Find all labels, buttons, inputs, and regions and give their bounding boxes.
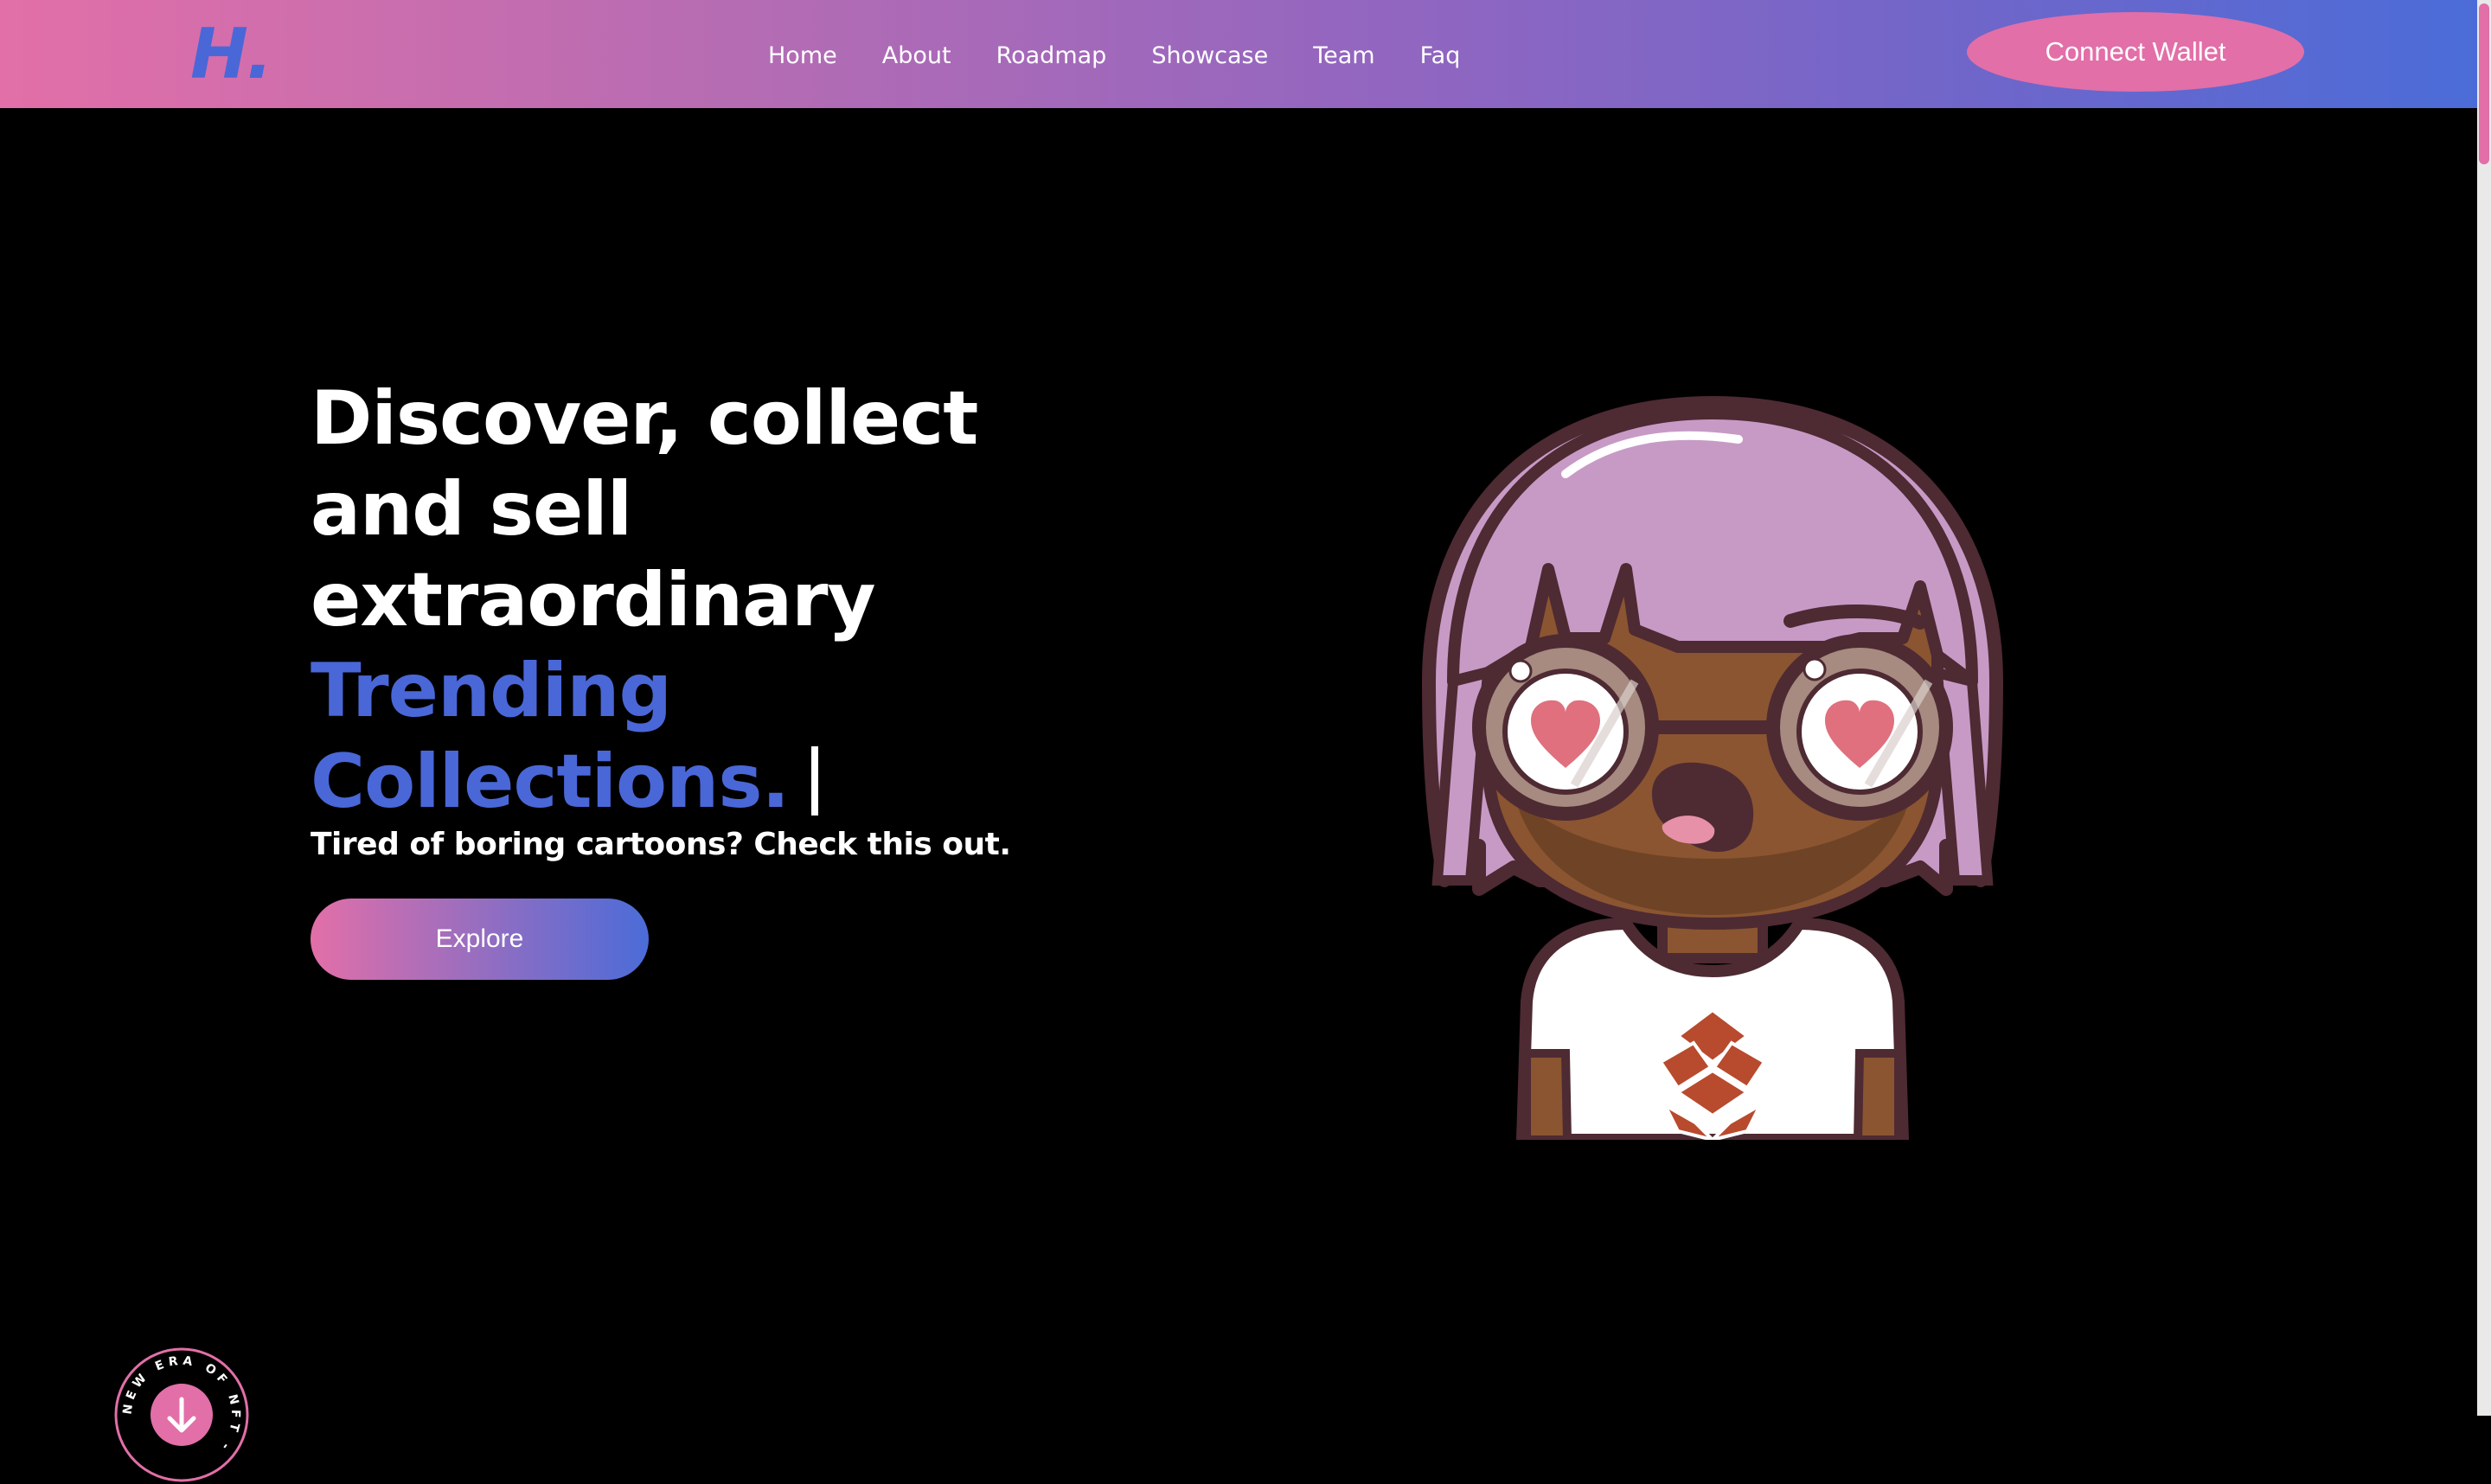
nav-link-showcase[interactable]: Showcase [1151,42,1268,71]
nav-menu: Home About Roadmap Showcase Team Faq [768,42,1505,71]
nav-link-home[interactable]: Home [768,42,837,71]
nav-link-faq[interactable]: Faq [1420,42,1461,71]
hero-title-line: extraordinary [311,557,876,643]
nft-era-badge: NEW ERA OF NFT - [114,1347,249,1482]
hero-accent-line: Trending [311,648,672,734]
hero-title: Discover, collect and sell extraordinary… [311,374,1089,828]
typing-cursor [811,746,819,816]
hero-accent-text: Collections. [311,739,790,825]
hero-title-line: Discover, collect [311,375,978,462]
hero-subtitle: Tired of boring cartoons? Check this out… [311,827,1011,862]
scrollbar-track[interactable] [2477,0,2491,1416]
explore-button[interactable]: Explore [311,899,649,980]
connect-wallet-button[interactable]: Connect Wallet [1967,12,2304,92]
hero-accent-line: Collections. [311,737,1089,828]
nav-link-team[interactable]: Team [1313,42,1374,71]
scrollbar-thumb[interactable] [2479,3,2489,164]
nft-character-illustration [1422,396,2003,1140]
nav-link-about[interactable]: About [882,42,951,71]
site-logo[interactable]: H. [190,16,272,93]
top-navbar: H. Home About Roadmap Showcase Team Faq … [0,0,2477,108]
nav-link-roadmap[interactable]: Roadmap [996,42,1107,71]
hero-title-line: and sell [311,466,632,553]
